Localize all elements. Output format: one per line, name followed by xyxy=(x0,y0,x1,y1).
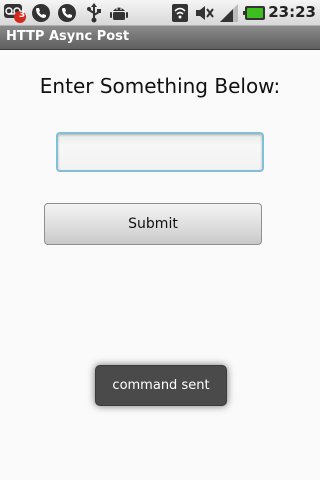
battery-icon xyxy=(243,3,265,22)
signal-icon xyxy=(219,3,239,22)
clock: 23:23 xyxy=(268,3,316,21)
phone-icon xyxy=(31,3,51,22)
wifi-icon xyxy=(170,3,190,22)
submit-button[interactable]: Submit xyxy=(44,203,262,245)
status-bar: 3 23:23 xyxy=(0,0,320,26)
android-debug-icon xyxy=(109,3,129,22)
phone-icon xyxy=(57,3,77,22)
toast-message: command sent xyxy=(95,365,227,406)
app-title: HTTP Async Post xyxy=(6,29,130,44)
page-heading: Enter Something Below: xyxy=(39,74,281,98)
usb-icon xyxy=(84,3,104,23)
mute-icon xyxy=(194,3,214,22)
notification-count-badge: 3 xyxy=(18,10,26,20)
text-input[interactable] xyxy=(56,132,264,172)
app-title-bar: HTTP Async Post xyxy=(0,26,320,50)
